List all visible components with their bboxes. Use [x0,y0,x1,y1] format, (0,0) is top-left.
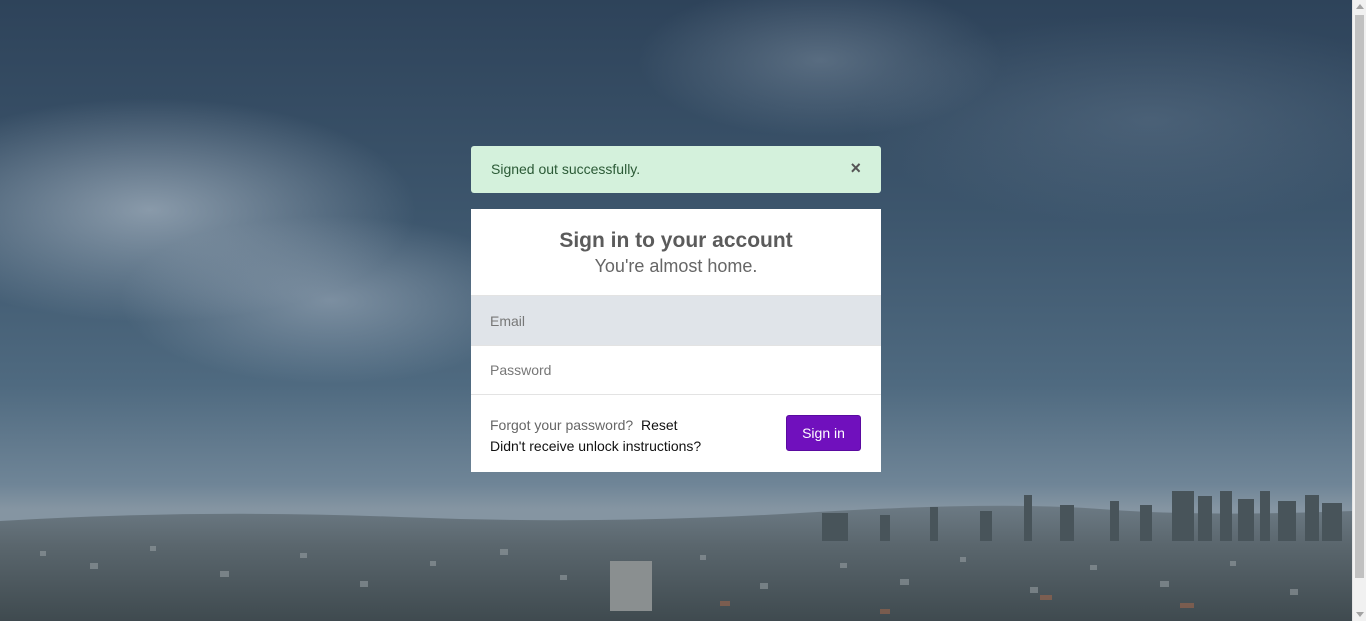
forgot-password-line: Forgot your password? Reset [490,417,678,433]
login-header: Sign in to your account You're almost ho… [471,209,881,295]
login-card: Sign in to your account You're almost ho… [471,209,881,472]
unlock-instructions-link[interactable]: Didn't receive unlock instructions? [490,438,701,454]
password-field[interactable] [471,345,881,395]
sign-in-button[interactable]: Sign in [786,415,861,451]
close-icon[interactable]: × [850,158,861,178]
forgot-password-text: Forgot your password? [490,417,634,433]
email-field[interactable] [471,295,881,345]
reset-password-link[interactable]: Reset [641,417,678,433]
signed-out-alert: Signed out successfully. × [471,146,881,193]
page-scrollbar[interactable] [1352,0,1366,621]
login-footer: Forgot your password? Reset Didn't recei… [471,395,881,471]
scroll-thumb[interactable] [1355,15,1364,578]
scroll-down-icon[interactable] [1356,612,1364,617]
unlock-instructions-line: Didn't receive unlock instructions? [490,438,701,454]
city-skyline [0,491,1352,621]
page-subtitle: You're almost home. [594,256,758,276]
alert-message: Signed out successfully. [491,161,641,177]
page-title: Sign in to your account [559,229,793,252]
scroll-up-icon[interactable] [1356,4,1364,9]
